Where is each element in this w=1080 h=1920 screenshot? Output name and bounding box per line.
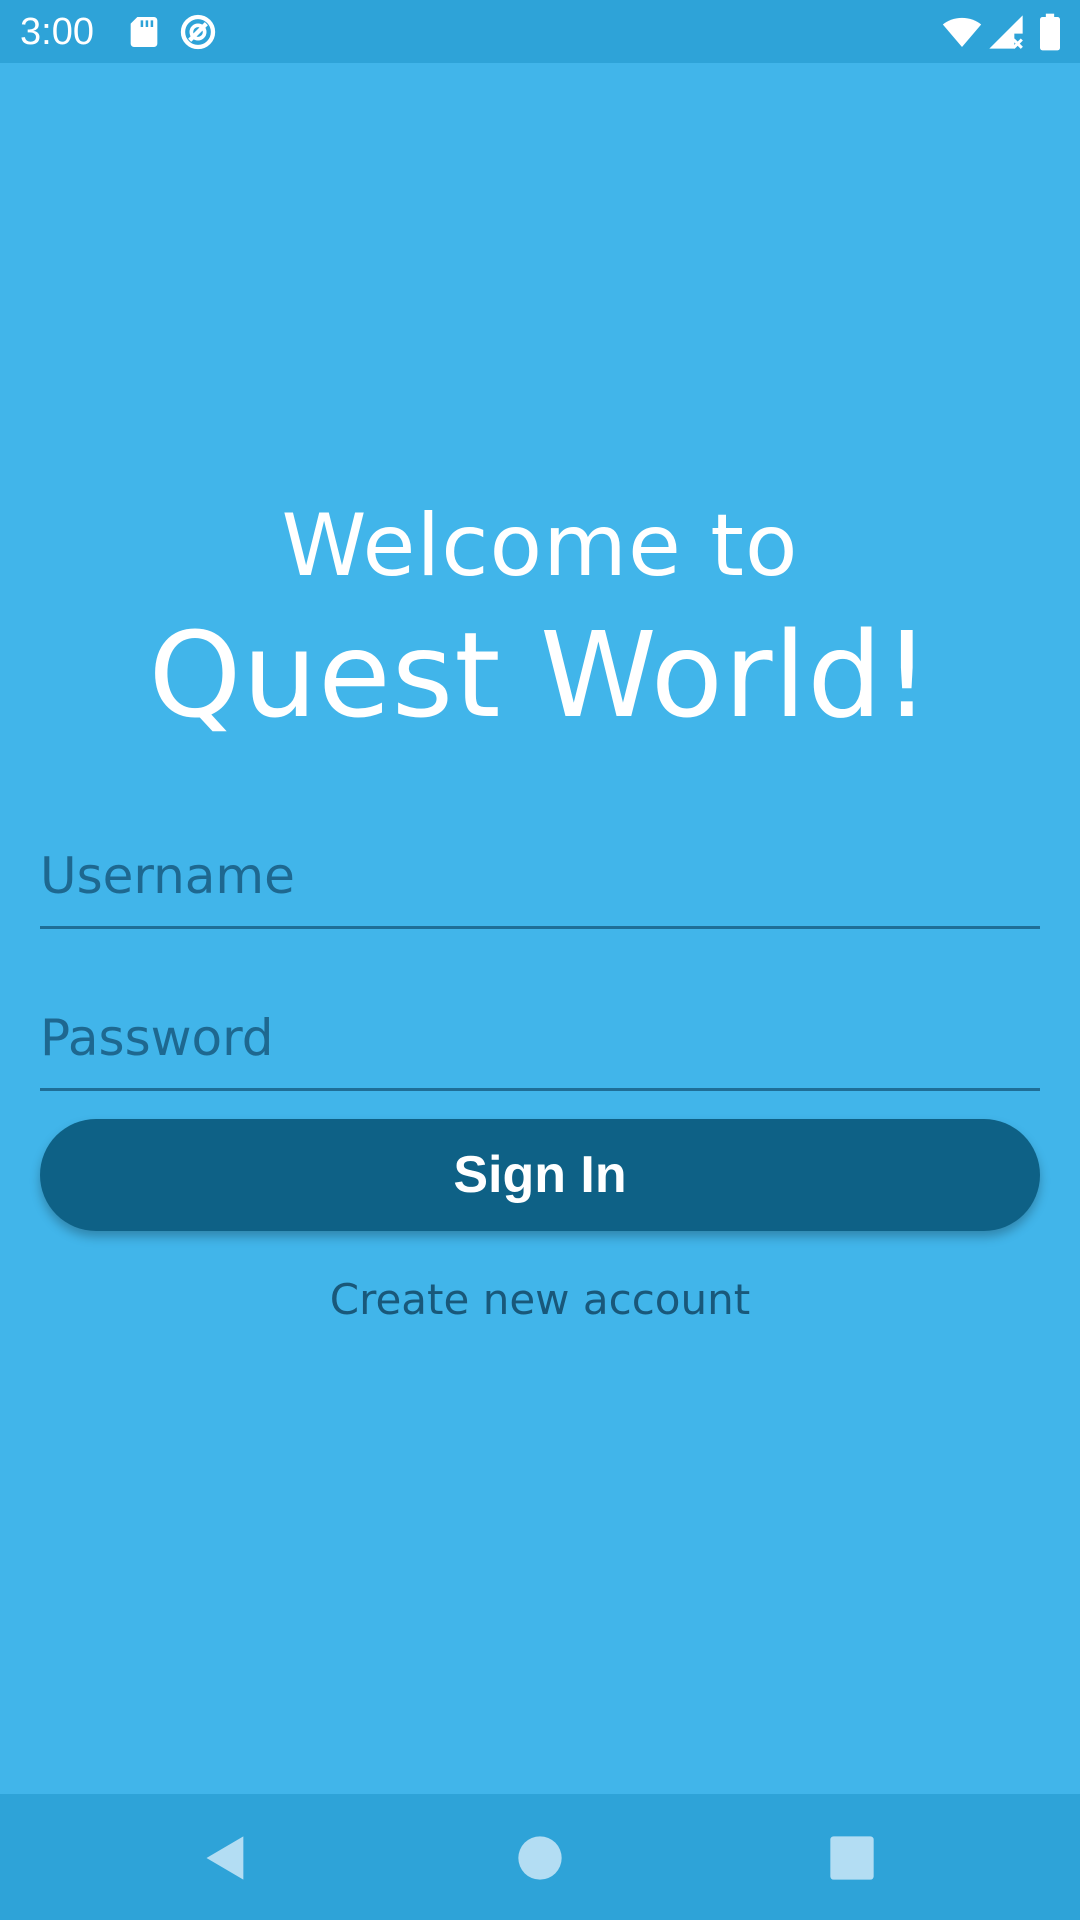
sign-in-button[interactable]: Sign In <box>40 1119 1040 1231</box>
navigation-bar <box>0 1794 1080 1920</box>
sd-card-icon <box>124 12 164 52</box>
status-bar: 3:00 <box>0 0 1080 63</box>
signal-no-data-icon <box>986 12 1026 52</box>
recents-icon[interactable] <box>826 1832 878 1884</box>
back-icon[interactable] <box>200 1832 252 1884</box>
home-icon[interactable] <box>514 1832 566 1884</box>
username-field[interactable] <box>40 826 1040 929</box>
battery-icon <box>1030 12 1070 52</box>
password-input[interactable] <box>40 988 1040 1088</box>
welcome-heading-line1: Welcome to <box>281 496 799 596</box>
status-time: 3:00 <box>20 11 94 53</box>
username-input[interactable] <box>40 826 1040 926</box>
welcome-heading-app-name: Quest World! <box>148 606 932 744</box>
data-saver-icon <box>178 12 218 52</box>
create-account-link[interactable]: Create new account <box>0 1272 1080 1328</box>
password-field[interactable] <box>40 988 1040 1091</box>
wifi-icon <box>942 12 982 52</box>
